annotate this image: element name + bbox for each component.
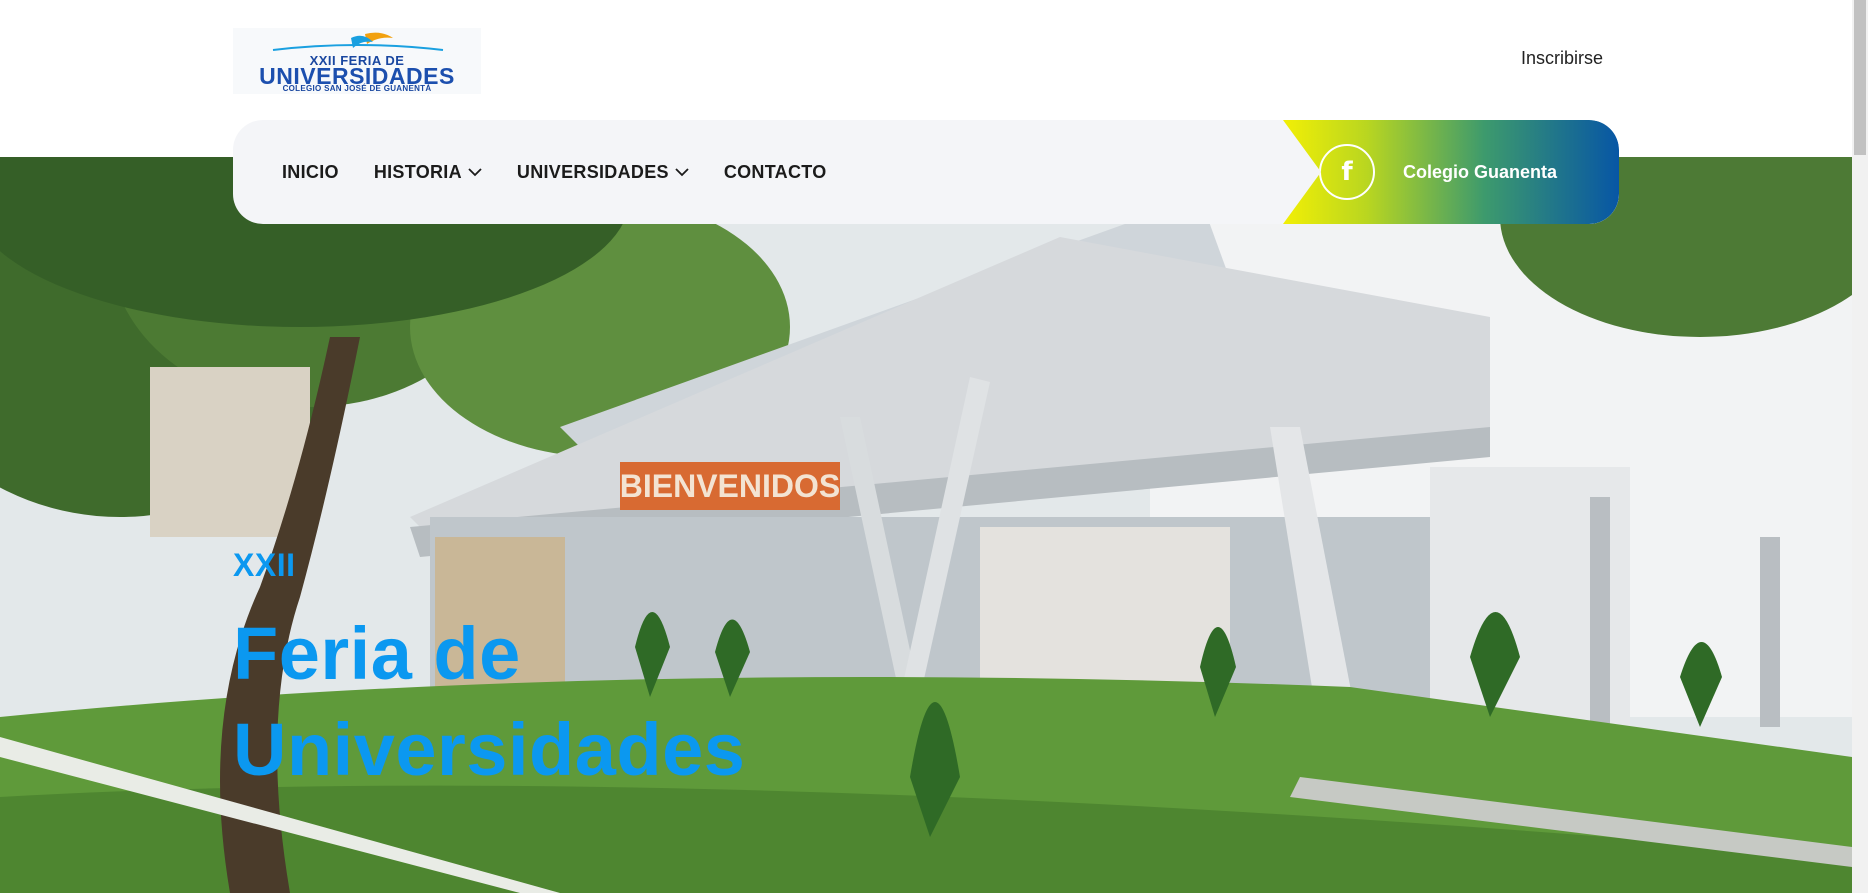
signup-link[interactable]: Inscribirse bbox=[1521, 48, 1603, 69]
nav-item-universidades[interactable]: UNIVERSIDADES bbox=[517, 162, 689, 183]
nav-item-label: CONTACTO bbox=[723, 161, 827, 182]
welcome-sign: BIENVENIDOS bbox=[620, 468, 840, 504]
nav-item-label: UNIVERSIDADES bbox=[516, 161, 669, 182]
nav-item-historia[interactable]: HISTORIA bbox=[374, 162, 482, 183]
nav-menu: INICIO HISTORIA UNIVERSIDADES CONTACTO bbox=[282, 120, 827, 224]
nav-item-label: HISTORIA bbox=[373, 161, 462, 182]
nav-item-inicio[interactable]: INICIO bbox=[282, 162, 339, 183]
hero-kicker: XXII bbox=[233, 547, 296, 583]
facebook-link[interactable]: f Colegio Guanenta bbox=[1283, 120, 1619, 224]
main-navigation: INICIO HISTORIA UNIVERSIDADES CONTACTO f… bbox=[233, 120, 1619, 224]
scrollbar-thumb[interactable] bbox=[1854, 0, 1866, 155]
hero-banner: BIENVENIDOS XXII Feria de Universidades bbox=[0, 157, 1852, 893]
site-logo[interactable]: XXII FERIA DE UNIVERSIDADES COLEGIO SAN … bbox=[233, 28, 481, 94]
chevron-down-icon bbox=[675, 168, 689, 177]
nav-item-label: INICIO bbox=[282, 161, 339, 182]
page-scrollbar[interactable] bbox=[1852, 0, 1868, 893]
chevron-down-icon bbox=[468, 168, 482, 177]
hero-headline: Feria de Universidades bbox=[233, 606, 745, 798]
facebook-label[interactable]: Colegio Guanenta bbox=[1403, 120, 1557, 224]
hero-headline-line-2: Universidades bbox=[233, 708, 746, 791]
nav-item-contacto[interactable]: CONTACTO bbox=[724, 162, 827, 183]
facebook-icon[interactable]: f bbox=[1319, 144, 1375, 200]
hero-headline-line-1: Feria de bbox=[233, 612, 521, 695]
logo-line-3: COLEGIO SAN JOSÉ DE GUANENTÁ bbox=[282, 84, 432, 93]
